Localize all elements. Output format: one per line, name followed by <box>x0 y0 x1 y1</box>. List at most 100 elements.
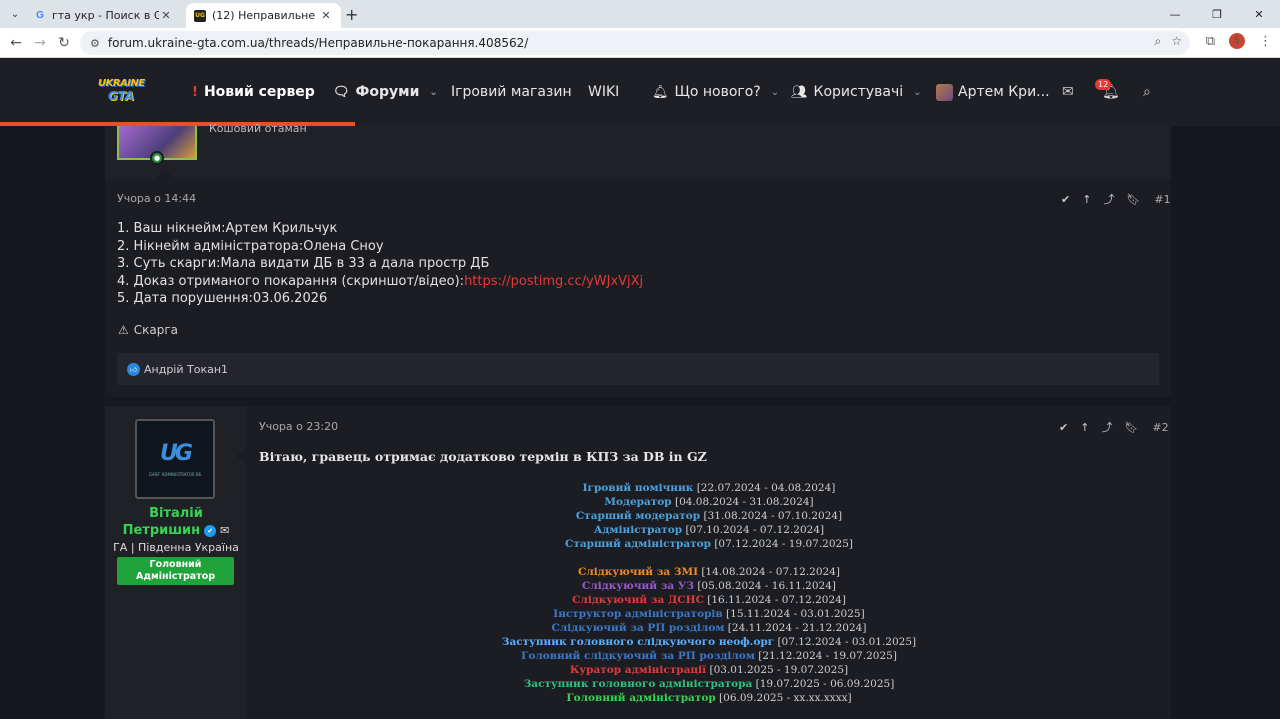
google-favicon-icon: G <box>36 10 44 21</box>
nav-whats-new[interactable]: 🔔︎ Що нового? ⌄ <box>652 58 779 126</box>
signature-role: Головний слідкуючий за РП розділом <box>521 650 755 662</box>
chevron-down-icon[interactable]: ⌄ <box>913 87 921 98</box>
post-number[interactable]: #2 <box>1152 421 1168 434</box>
url-text: forum.ukraine-gta.com.ua/threads/Неправи… <box>107 36 529 50</box>
post2-author-last-name[interactable]: Петришин <box>123 522 201 540</box>
nav-new-server[interactable]: ! Новий сервер <box>192 58 315 126</box>
signature-dates: [15.11.2024 - 03.01.2025] <box>722 608 865 620</box>
forward-arrow-icon[interactable]: → <box>31 34 49 52</box>
bookmark-star-icon[interactable]: ☆ <box>1171 34 1182 49</box>
post1-line-3: 3. Суть скарги:Мала видати ДБ в 33 а дал… <box>117 256 490 272</box>
signature-line: Модератор [04.08.2024 - 31.08.2024] <box>259 495 1159 509</box>
logo-top-text: UKRAINE <box>98 78 145 89</box>
signature-line: Слідкуючий за РП розділом [24.11.2024 - … <box>259 621 1159 635</box>
reaction-users[interactable]: Андрій Токан1 <box>144 363 228 376</box>
post-number[interactable]: #1 <box>1154 193 1170 206</box>
window-controls: — ❐ ✕ <box>1154 0 1280 28</box>
browser-extensions: ⧉ S ⋮ <box>1206 33 1272 49</box>
tab-title: (12) Неправильне покарання | <box>212 9 319 22</box>
close-tab-icon[interactable]: ✕ <box>159 9 173 22</box>
signature-dates: [22.07.2024 - 04.08.2024] <box>693 482 836 494</box>
back-arrow-icon[interactable]: ← <box>7 34 25 52</box>
restore-icon[interactable]: ❐ <box>1196 0 1238 28</box>
window-close-icon[interactable]: ✕ <box>1238 0 1280 28</box>
nav-account[interactable]: Артем Кри... <box>936 58 1050 126</box>
nav-forums[interactable]: 🗨 Форуми ⌄ <box>333 58 438 126</box>
signature-line: Слідкуючий за ЗМІ [14.08.2024 - 07.12.20… <box>259 565 1159 579</box>
browser-tab-google[interactable]: G гта укр - Поиск в Google ✕ <box>26 3 181 28</box>
bookmark-icon[interactable]: 🔖︎ <box>1124 421 1138 434</box>
tab-title: гта укр - Поиск в Google <box>52 9 159 22</box>
post2-tools: ✔ ↑ ⤴ 🔖︎ #2 <box>1059 419 1169 435</box>
signature-dates: [07.12.2024 - 19.07.2025] <box>711 538 853 550</box>
signature-dates: [05.08.2024 - 16.11.2024] <box>694 580 836 592</box>
signature-line: Заступник головного слідкуючого неоф.орг… <box>259 635 1159 649</box>
search-icon[interactable]: ⌕ <box>1143 84 1151 100</box>
nav-users[interactable]: 👥︎ Користувачі ⌄ <box>791 58 922 126</box>
signature-line: Головний адміністратор [06.09.2025 - xx.… <box>259 691 1159 705</box>
signature-dates: [19.07.2025 - 06.09.2025] <box>752 678 895 690</box>
address-bar[interactable]: ⚙ forum.ukraine-gta.com.ua/threads/Непра… <box>80 31 1190 55</box>
nav-label: Ігровий магазин <box>451 84 572 100</box>
share-icon[interactable]: ⤴ <box>1101 419 1112 435</box>
close-tab-icon[interactable]: ✕ <box>319 9 333 22</box>
share-icon[interactable]: ⤴ <box>1103 191 1114 207</box>
site-info-icon[interactable]: ⚙ <box>90 37 100 50</box>
post2-author-avatar[interactable]: UG CHIEF ADMINISTRATOR ВБ <box>135 419 215 499</box>
site-header: UKRAINE GTA ! Новий сервер 🗨 Форуми ⌄ Іг… <box>0 58 1280 126</box>
browser-menu-icon[interactable]: ⋮ <box>1259 34 1272 49</box>
signature-dates: [03.01.2025 - 19.07.2025] <box>706 664 849 676</box>
post1-tools: ✔ ↑ ⤴ 🔖︎ #1 <box>1061 191 1171 207</box>
signature-role: Ігровий помічник <box>582 482 694 494</box>
nav-label: Користувачі <box>813 84 904 100</box>
minimize-icon[interactable]: — <box>1154 0 1196 28</box>
verified-badge-icon: ✔ <box>204 525 217 537</box>
nav-label: Артем Кри... <box>958 84 1050 100</box>
new-tab-plus-icon[interactable]: + <box>345 5 358 24</box>
site-logo[interactable]: UKRAINE GTA <box>98 78 148 106</box>
post2-author-first-name[interactable]: Віталій <box>105 505 247 523</box>
reaction-check-icon[interactable]: ✔ <box>1059 421 1068 434</box>
post2-date[interactable]: Учора о 23:20 <box>259 420 338 433</box>
post2-author-role-banner: Головний Адміністратор <box>117 557 234 585</box>
post1-line-1: 1. Ваш нікнейм:Артем Крильчук <box>117 221 338 236</box>
chevron-down-icon[interactable]: ⌄ <box>771 87 779 98</box>
signature-role: Слідкуючий за РП розділом <box>551 622 725 634</box>
signature-line: Головний слідкуючий за РП розділом [21.1… <box>259 649 1159 663</box>
evidence-link[interactable]: https://postimg.cc/yWJxVjXj <box>464 274 643 289</box>
report-button[interactable]: ⚠ Скарга <box>118 323 178 337</box>
zoom-icon[interactable]: ⌕ <box>1155 34 1162 49</box>
browser-toolbar: ← → ↻ ⚙ forum.ukraine-gta.com.ua/threads… <box>0 28 1280 58</box>
role-line-2: Адміністратор <box>135 571 216 582</box>
signature-dates: [16.11.2024 - 07.12.2024] <box>703 594 846 606</box>
share-up-arrow-icon[interactable]: ↑ <box>1082 193 1091 206</box>
tab-search-chevron-icon[interactable]: ⌄ <box>6 5 24 23</box>
reaction-check-icon[interactable]: ✔ <box>1061 193 1070 206</box>
reload-icon[interactable]: ↻ <box>55 34 73 52</box>
profile-avatar[interactable]: S <box>1229 33 1245 49</box>
post-arrow-decoration <box>236 446 247 466</box>
envelope-icon[interactable]: ✉ <box>220 522 229 540</box>
post2-greeting: Вітаю, гравець отримає додатково термін … <box>259 449 707 464</box>
nav-wiki[interactable]: WIKI <box>588 58 619 126</box>
chevron-down-icon[interactable]: ⌄ <box>429 87 437 98</box>
avatar-caption: CHIEF ADMINISTRATOR ВБ <box>148 472 202 477</box>
signature-role: Слідкуючий за ДСНС <box>572 594 704 606</box>
avatar-logo-icon: UG <box>160 441 193 466</box>
extensions-puzzle-icon[interactable]: ⧉ <box>1206 34 1215 49</box>
signature-role: Модератор <box>604 496 672 508</box>
post1-date[interactable]: Учора о 14:44 <box>117 192 196 205</box>
share-up-arrow-icon[interactable]: ↑ <box>1080 421 1089 434</box>
signature-role: Інструктор адміністраторів <box>553 608 723 620</box>
nav-game-shop[interactable]: Ігровий магазин <box>451 58 572 126</box>
signature-dates: [14.08.2024 - 07.12.2024] <box>698 566 840 578</box>
omnibox-actions: ⌕ ☆ <box>1155 34 1183 49</box>
signature-role: Старший адміністратор <box>564 538 711 550</box>
signature-role: Старший модератор <box>575 510 701 522</box>
inbox-envelope-icon[interactable]: ✉ <box>1062 84 1074 100</box>
signature-dates: [04.08.2024 - 31.08.2024] <box>671 496 814 508</box>
browser-tab-bar: ⌄ G гта укр - Поиск в Google ✕ UG (12) Н… <box>0 0 1280 28</box>
browser-tab-forum[interactable]: UG (12) Неправильне покарання | ✕ <box>186 3 341 28</box>
bookmark-icon[interactable]: 🔖︎ <box>1126 193 1140 206</box>
post2-author-last-row: Петришин ✔ ✉ <box>105 522 247 540</box>
